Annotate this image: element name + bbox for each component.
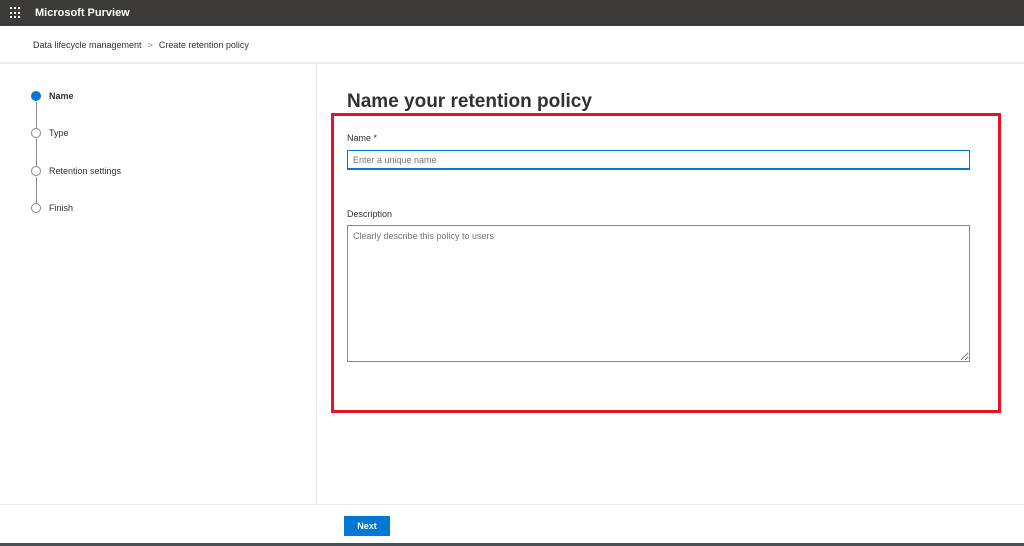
top-bar: Microsoft Purview	[0, 0, 1024, 26]
divider	[0, 62, 1024, 64]
step-label: Retention settings	[49, 166, 122, 176]
divider	[316, 64, 317, 504]
step-active-icon	[31, 91, 41, 101]
step-label: Finish	[49, 203, 74, 213]
name-input[interactable]	[347, 150, 970, 170]
app-title[interactable]: Microsoft Purview	[35, 7, 130, 19]
step-type: Type	[31, 128, 69, 138]
step-name: Name	[31, 91, 74, 101]
breadcrumb: Data lifecycle management > Create reten…	[33, 40, 249, 50]
app-launcher-icon[interactable]	[10, 7, 22, 19]
name-label: Name *	[347, 133, 378, 143]
step-label: Name	[49, 91, 74, 101]
breadcrumb-item-current: Create retention policy	[158, 40, 249, 50]
step-circle-icon	[31, 128, 41, 138]
description-textarea[interactable]	[347, 225, 970, 362]
step-finish: Finish	[31, 203, 73, 213]
chevron-right-icon: >	[147, 40, 153, 50]
step-circle-icon	[31, 203, 41, 213]
step-retention-settings: Retention settings	[31, 166, 121, 176]
step-connector	[35, 139, 37, 166]
page-title: Name your retention policy	[347, 91, 592, 112]
breadcrumb-item[interactable]: Data lifecycle management	[33, 40, 142, 50]
description-label: Description	[347, 209, 393, 219]
step-circle-icon	[31, 166, 41, 176]
step-label: Type	[49, 128, 69, 138]
next-button[interactable]: Next	[344, 516, 390, 536]
step-connector	[35, 102, 37, 129]
step-connector	[35, 177, 37, 204]
divider	[0, 504, 1024, 505]
